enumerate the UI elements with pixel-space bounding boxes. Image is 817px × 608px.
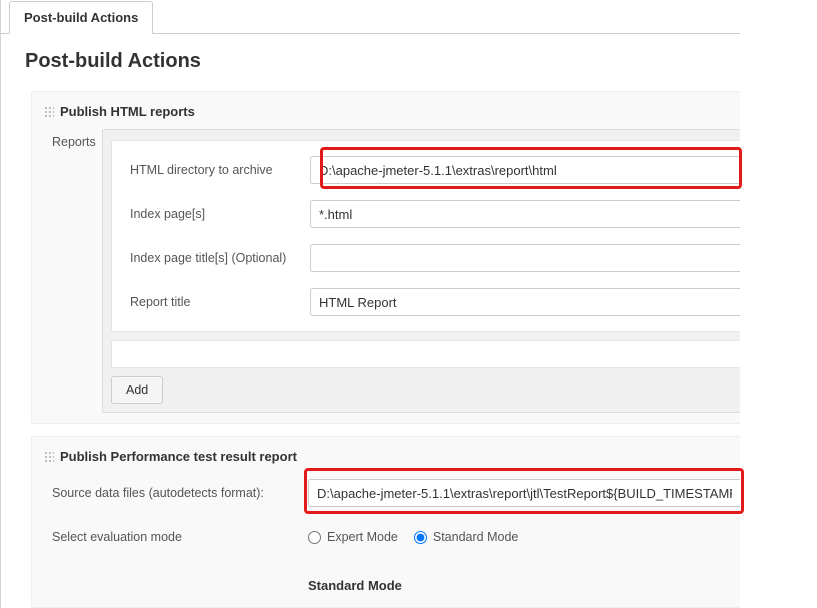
drag-handle-icon[interactable] — [44, 451, 54, 463]
radio-standard-mode[interactable] — [414, 531, 427, 544]
input-index-page[interactable] — [310, 200, 740, 228]
heading-standard-mode: Standard Mode — [52, 566, 740, 597]
section-header-publish-html: Publish HTML reports — [60, 104, 195, 119]
spacer-block — [111, 340, 740, 368]
label-index-title: Index page title[s] (Optional) — [130, 251, 310, 265]
label-select-evaluation-mode: Select evaluation mode — [52, 530, 308, 544]
input-source-data-files[interactable] — [308, 479, 740, 507]
label-index-page: Index page[s] — [130, 207, 310, 221]
section-publish-performance: Publish Performance test result report S… — [31, 436, 740, 608]
reports-body: HTML directory to archive Index page[s] — [102, 129, 740, 413]
reports-label: Reports — [42, 129, 102, 413]
add-button[interactable]: Add — [111, 376, 163, 404]
input-html-directory[interactable] — [310, 156, 740, 184]
drag-handle-icon[interactable] — [44, 106, 54, 118]
section-header-publish-performance: Publish Performance test result report — [60, 449, 297, 464]
label-source-data-files: Source data files (autodetects format): — [52, 486, 308, 500]
tab-post-build-actions[interactable]: Post-build Actions — [9, 1, 153, 34]
label-html-directory: HTML directory to archive — [130, 163, 310, 177]
section-publish-html: Publish HTML reports Reports HTML direct… — [31, 91, 740, 424]
tab-bar: Post-build Actions — [1, 0, 740, 34]
page-title: Post-build Actions — [1, 44, 740, 91]
input-index-title[interactable] — [310, 244, 740, 272]
label-standard-mode: Standard Mode — [433, 530, 518, 544]
report-config-block: HTML directory to archive Index page[s] — [111, 140, 740, 332]
input-report-title[interactable] — [310, 288, 740, 316]
label-report-title: Report title — [130, 295, 310, 309]
radio-expert-mode[interactable] — [308, 531, 321, 544]
label-expert-mode: Expert Mode — [327, 530, 398, 544]
